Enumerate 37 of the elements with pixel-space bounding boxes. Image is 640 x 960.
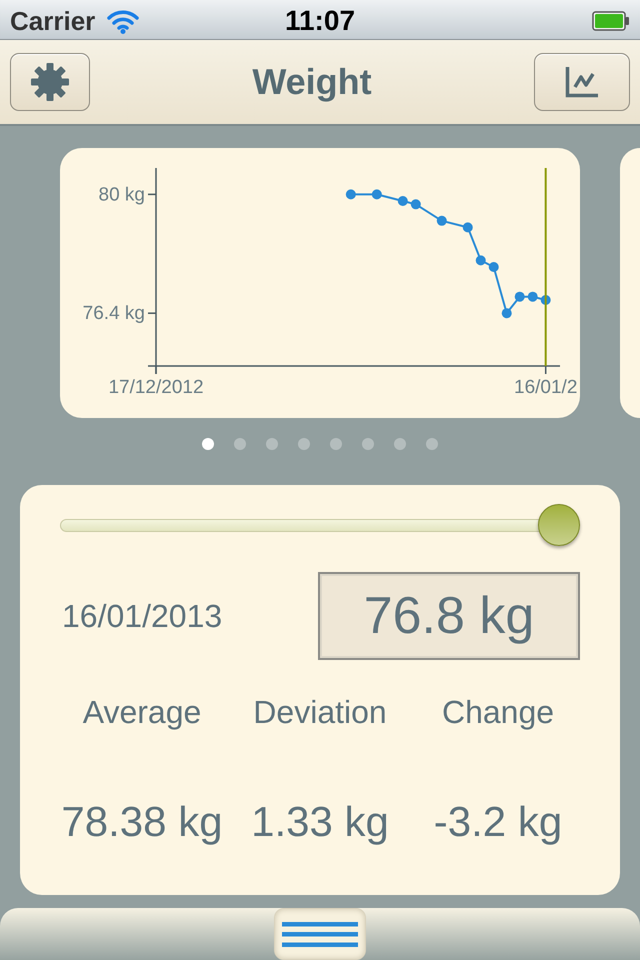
slider-track[interactable]	[60, 504, 580, 546]
carrier-name: Carrier	[10, 4, 96, 38]
chart-button[interactable]	[534, 53, 630, 111]
data-point	[410, 199, 421, 210]
stat-label: Average	[82, 693, 202, 731]
stat-value: -3.2 kg	[434, 797, 562, 847]
stat-value: 78.38 kg	[61, 797, 223, 847]
data-point	[346, 189, 356, 200]
menu-icon	[282, 922, 358, 946]
battery-icon	[592, 11, 630, 31]
data-point	[398, 196, 408, 206]
stat-label: Deviation	[253, 693, 387, 731]
settings-button[interactable]	[10, 53, 90, 111]
page-title: Weight	[252, 60, 372, 104]
menu-button[interactable]	[274, 908, 366, 960]
stat-value: 1.33 kg	[251, 797, 389, 847]
data-point	[436, 216, 447, 226]
y-tick-label: 76.4 kg	[82, 303, 145, 324]
wifi-icon	[107, 8, 140, 34]
clock-time: 11:07	[284, 4, 356, 38]
data-point	[488, 262, 499, 272]
stat-label: Change	[442, 693, 554, 731]
data-point	[502, 308, 512, 318]
slider-thumb[interactable]	[538, 504, 580, 546]
line-chart-icon	[564, 66, 599, 98]
data-point	[540, 295, 551, 305]
data-point	[476, 255, 486, 266]
data-point	[528, 292, 538, 302]
y-tick-label: 80 kg	[98, 184, 145, 206]
data-point	[462, 222, 473, 232]
data-point	[514, 292, 525, 302]
settings-icon	[30, 62, 70, 102]
x-tick-label: 17/12/2012	[108, 377, 204, 398]
weight-field[interactable]: 76.8 kg	[318, 572, 580, 660]
x-tick-label: 16/01/2	[514, 377, 578, 398]
data-point	[372, 189, 382, 200]
entry-date: 16/01/2013	[62, 597, 222, 636]
